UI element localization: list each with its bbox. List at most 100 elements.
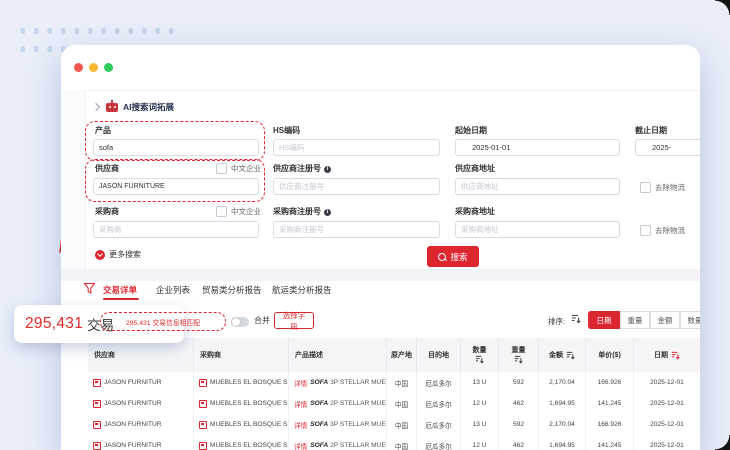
supplier-cell[interactable]: JASON FURNITUR	[88, 372, 194, 393]
header-supplier[interactable]: 供应商	[88, 338, 194, 372]
filter-funnel-icon[interactable]	[84, 283, 95, 294]
company-link-icon	[199, 379, 207, 387]
remove-logistics-checkbox-row[interactable]: 去除物流	[640, 182, 685, 193]
origin-cell: 中国	[387, 393, 417, 414]
supplier-reg-input[interactable]	[273, 178, 440, 195]
quantity-cell: 13 U	[461, 372, 499, 393]
buyer-cell[interactable]: MUEBLES EL BOSQUE S.A	[194, 435, 289, 450]
origin-cell: 中国	[387, 414, 417, 435]
start-date-input[interactable]	[455, 139, 620, 156]
buyer-cell[interactable]: MUEBLES EL BOSQUE S.A	[194, 414, 289, 435]
sort-by-date-button[interactable]: 日期	[588, 311, 620, 329]
more-search-toggle[interactable]: 更多搜索	[95, 249, 141, 260]
amount-cell: 2,170.04	[539, 414, 586, 435]
detail-link[interactable]: 详情	[294, 399, 307, 409]
ai-search-expand-label: AI搜索词拓展	[123, 101, 174, 113]
header-destination[interactable]: 目的地	[417, 338, 461, 372]
hs-code-label: HS编码	[273, 125, 300, 136]
header-weight[interactable]: 重量	[499, 338, 539, 372]
header-product-desc[interactable]: 产品描述	[289, 338, 387, 372]
checkbox[interactable]	[216, 206, 227, 217]
sort-icon-active[interactable]	[671, 351, 680, 360]
supplier-cell[interactable]: JASON FURNITUR	[88, 435, 194, 450]
product-cell: 详情SOFA3P STELLAR MUE...	[289, 372, 387, 393]
merge-toggle[interactable]	[231, 317, 249, 327]
supplier-addr-input[interactable]	[455, 178, 620, 195]
supplier-addr-label: 供应商地址	[455, 163, 495, 174]
supplier-cell[interactable]: JASON FURNITUR	[88, 393, 194, 414]
info-icon[interactable]	[324, 166, 331, 173]
product-cell: 详情SOFA2P STELLAR MUE...	[289, 393, 387, 414]
product-cell: 详情SOFA3P STELLAR MUE...	[289, 414, 387, 435]
product-cell: 详情SOFA2P STELLAR MUE...	[289, 435, 387, 450]
header-quantity[interactable]: 数量	[461, 338, 499, 372]
checkbox[interactable]	[640, 182, 651, 193]
match-count-value: 295,431	[25, 315, 83, 333]
company-link-icon	[93, 421, 101, 429]
header-origin[interactable]: 原产地	[387, 338, 417, 372]
sort-icon[interactable]	[566, 351, 575, 360]
checkbox[interactable]	[216, 163, 227, 174]
company-link-icon	[93, 442, 101, 450]
buyer-addr-input[interactable]	[455, 221, 620, 238]
tab-transaction-details[interactable]: 交易详单	[103, 284, 137, 296]
tab-company-list[interactable]: 企业列表	[156, 284, 190, 296]
hs-code-input[interactable]	[273, 139, 440, 156]
table-row[interactable]: JASON FURNITUR MUEBLES EL BOSQUE S.A 详情S…	[88, 372, 700, 394]
header-amount[interactable]: 金额	[539, 338, 586, 372]
sort-by-weight-button[interactable]: 重量	[620, 311, 650, 329]
detail-link[interactable]: 详情	[294, 441, 307, 450]
company-link-icon	[93, 379, 101, 387]
destination-cell: 厄瓜多尔	[417, 372, 461, 393]
table-row[interactable]: JASON FURNITUR MUEBLES EL BOSQUE S.A 详情S…	[88, 435, 700, 450]
merge-label: 合并	[254, 315, 270, 326]
destination-cell: 厄瓜多尔	[417, 435, 461, 450]
date-cell: 2025-12-01	[634, 393, 700, 414]
info-icon[interactable]	[324, 209, 331, 216]
select-fields-button[interactable]: 选择字段	[274, 312, 314, 329]
active-tab-underline	[103, 298, 139, 300]
quantity-cell: 12 U	[461, 435, 499, 450]
sort-icon[interactable]	[514, 355, 523, 364]
buyer-cell[interactable]: MUEBLES EL BOSQUE S.A	[194, 372, 289, 393]
checkbox[interactable]	[640, 225, 651, 236]
destination-cell: 厄瓜多尔	[417, 393, 461, 414]
supplier-input[interactable]	[93, 178, 259, 195]
window-maximize-button[interactable]	[104, 63, 113, 72]
supplier-cell[interactable]: JASON FURNITUR	[88, 414, 194, 435]
supplier-reg-label: 供应商注册号	[273, 163, 331, 174]
window-minimize-button[interactable]	[89, 63, 98, 72]
window-close-button[interactable]	[74, 63, 83, 72]
match-text: 295,431 交易信息相匹配	[126, 317, 200, 327]
tab-trade-analysis-report[interactable]: 贸易类分析报告	[202, 284, 262, 296]
chevron-right-icon	[92, 103, 100, 111]
supplier-chinese-checkbox-row[interactable]: 中文企业	[216, 163, 261, 174]
buyer-chinese-checkbox-row[interactable]: 中文企业	[216, 206, 261, 217]
table-row[interactable]: JASON FURNITUR MUEBLES EL BOSQUE S.A 详情S…	[88, 414, 700, 436]
remove-logistics-checkbox-row[interactable]: 去除物流	[640, 225, 685, 236]
quantity-cell: 12 U	[461, 393, 499, 414]
ai-robot-icon	[106, 103, 118, 112]
checkbox-label: 去除物流	[655, 182, 685, 193]
table-row[interactable]: JASON FURNITUR MUEBLES EL BOSQUE S.A 详情S…	[88, 393, 700, 415]
end-date-input[interactable]	[635, 139, 700, 156]
buyer-input[interactable]	[93, 221, 259, 238]
detail-link[interactable]: 详情	[294, 420, 307, 430]
header-buyer[interactable]: 采购商	[194, 338, 289, 372]
sort-label: 排序:	[548, 316, 565, 327]
search-button[interactable]: 搜索	[427, 246, 479, 267]
panel-divider	[85, 90, 700, 91]
destination-cell: 厄瓜多尔	[417, 414, 461, 435]
buyer-reg-input[interactable]	[273, 221, 440, 238]
header-unit-price[interactable]: 单价($)	[586, 338, 634, 372]
product-input[interactable]	[93, 139, 259, 156]
tab-shipping-analysis-report[interactable]: 航运类分析报告	[272, 284, 332, 296]
sort-by-quantity-button[interactable]: 数量	[680, 311, 700, 329]
sort-icon[interactable]	[475, 355, 484, 364]
ai-search-expand-row[interactable]: AI搜索词拓展	[93, 101, 174, 113]
header-date[interactable]: 日期	[634, 338, 700, 372]
buyer-cell[interactable]: MUEBLES EL BOSQUE S.A	[194, 393, 289, 414]
sort-by-amount-button[interactable]: 金额	[650, 311, 680, 329]
detail-link[interactable]: 详情	[294, 378, 307, 388]
product-label: 产品	[95, 125, 111, 136]
